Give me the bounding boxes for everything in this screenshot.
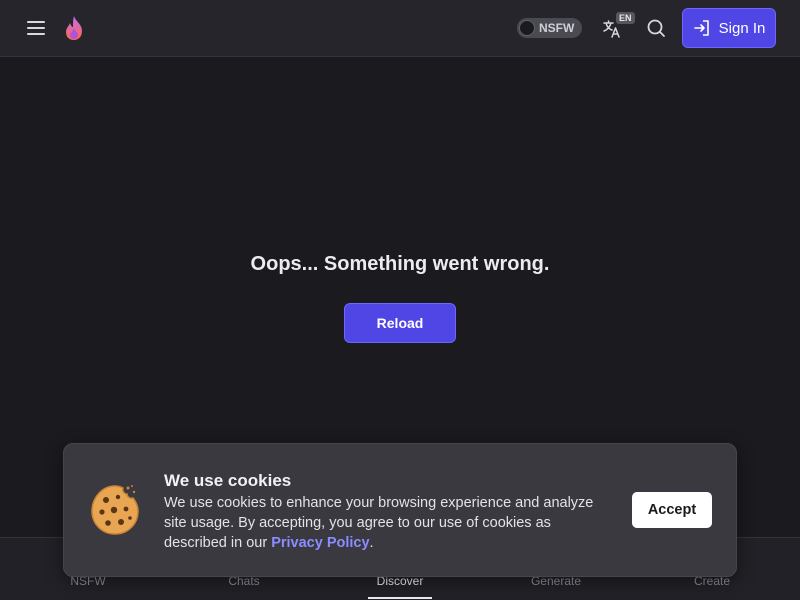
hamburger-menu-icon[interactable] [24,16,48,40]
active-nav-indicator [368,597,432,599]
privacy-policy-link[interactable]: Privacy Policy [271,535,369,551]
flame-logo-icon[interactable] [62,14,86,42]
cookie-text-body: We use cookies to enhance your browsing … [164,495,594,551]
language-button[interactable]: EN [600,12,636,42]
nsfw-toggle-label: NSFW [539,21,575,35]
top-header: NSFW EN Sign In [0,0,800,57]
search-icon[interactable] [645,17,667,39]
language-badge: EN [616,12,635,24]
login-icon [693,20,709,36]
toggle-knob [519,20,535,36]
cookie-text-end: . [369,535,374,551]
sign-in-button[interactable]: Sign In [682,8,776,48]
error-message: Oops... Something went wrong. [250,253,550,275]
cookie-title: We use cookies [164,471,292,490]
cookie-icon [88,482,142,538]
sign-in-label: Sign In [718,19,766,37]
cookie-banner: We use cookies We use cookies to enhance… [63,443,737,577]
cookie-description: We use cookies to enhance your browsing … [164,493,614,553]
accept-cookies-button[interactable]: Accept [632,492,712,528]
reload-button[interactable]: Reload [344,303,456,343]
nsfw-toggle[interactable]: NSFW [517,18,582,38]
